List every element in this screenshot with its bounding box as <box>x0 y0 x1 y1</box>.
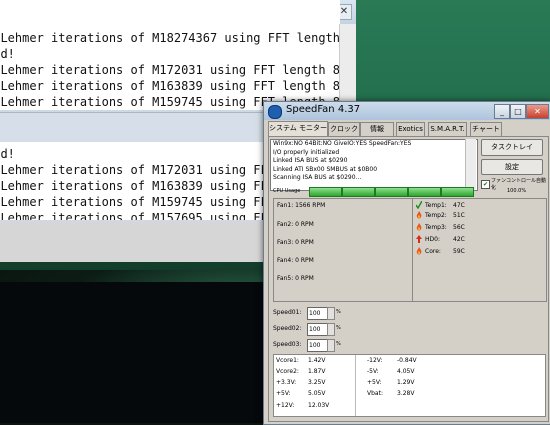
speed03-spinner[interactable] <box>327 339 335 352</box>
vcore1-value: 1.42V <box>308 357 326 364</box>
log-line: Win9x:NO 64Bit:NO GiveIO:YES SpeedFan:YE… <box>273 140 412 147</box>
temp3-label: Temp3: <box>425 224 447 231</box>
fan-reading: Fan3: 0 RPM <box>277 239 314 246</box>
speed01-unit: % <box>336 309 341 315</box>
temperature-readings: Temp1: 47C Temp2: 51C Temp3: 56C HD0: 42… <box>412 198 547 302</box>
log-box[interactable]: Win9x:NO 64Bit:NO GiveIO:YES SpeedFan:YE… <box>270 139 478 191</box>
cpu-usage-label: CPU Usage <box>273 188 301 194</box>
core-label: Core: <box>425 248 441 255</box>
speed03-label: Speed03: <box>273 341 302 348</box>
log-line: Linked ISA BUS at $0290 <box>273 157 348 165</box>
settings-button[interactable]: 設定 <box>481 159 543 175</box>
core-value: 59C <box>453 248 465 255</box>
tab-clock[interactable]: クロック <box>328 122 360 136</box>
hd0-label: HD0: <box>425 236 440 243</box>
flame-icon <box>416 223 422 231</box>
speed03-unit: % <box>336 341 341 347</box>
v33-value: 3.25V <box>308 379 326 386</box>
cpu-usage-bar <box>309 187 474 197</box>
temp1-value: 47C <box>453 202 465 209</box>
v5-value: 5.05V <box>308 390 326 397</box>
tab-system-monitor[interactable]: システム モニター <box>268 121 328 136</box>
vcore2-label: Vcore2: <box>276 368 299 375</box>
speed02-spinner[interactable] <box>327 323 335 336</box>
speed02-input[interactable]: 100 <box>307 323 328 336</box>
fan-reading: Fan4: 0 RPM <box>277 257 314 264</box>
log-line: Linked ATI SBx00 SMBUS at $0B00 <box>273 165 378 173</box>
cpu-usage-segment <box>309 187 342 197</box>
speedfan-app-icon <box>268 105 282 119</box>
temp3-value: 56C <box>453 224 465 231</box>
fan-readings: Fan1: 1566 RPM Fan2: 0 RPM Fan3: 0 RPM F… <box>273 198 413 302</box>
vp5-label: +5V: <box>367 379 382 386</box>
v33-label: +3.3V: <box>276 379 297 386</box>
console-line: eed! <box>0 47 15 61</box>
fan-reading: Fan5: 0 RPM <box>277 275 314 282</box>
temp2-value: 51C <box>453 212 465 219</box>
vm5-value: 4.05V <box>397 368 415 375</box>
maximize-button[interactable]: □ <box>510 104 526 119</box>
speed01-spinner[interactable] <box>327 307 335 320</box>
minimize-button[interactable]: _ <box>494 104 510 119</box>
vp5-value: 1.29V <box>397 379 415 386</box>
vcore1-label: Vcore1: <box>276 357 299 364</box>
console-scrollbar-top[interactable] <box>339 24 356 110</box>
console-line: s-Lehmer iterations of M172031 using FFT… <box>0 63 340 77</box>
voltage-readings: Vcore1: 1.42V Vcore2: 1.87V +3.3V: 3.25V… <box>273 354 546 417</box>
temp2-label: Temp2: <box>425 212 447 219</box>
check-icon <box>416 201 422 209</box>
fan-reading: Fan1: 1566 RPM <box>277 202 326 209</box>
vbat-value: 3.28V <box>397 390 415 397</box>
console-pane-top: s-Lehmer iterations of M18274367 using F… <box>0 0 340 110</box>
hd0-value: 42C <box>453 236 465 243</box>
fan-reading: Fan2: 0 RPM <box>277 221 314 228</box>
taskbar-shadow <box>0 282 270 423</box>
close-button[interactable]: ✕ <box>526 104 549 119</box>
speedfan-titlebar: SpeedFan 4.37 _ □ ✕ <box>264 102 550 120</box>
console-line: s-Lehmer iterations of M18274367 using F… <box>0 31 340 45</box>
cpu-usage-segment <box>441 187 474 197</box>
auto-fan-checkbox[interactable]: ✔ <box>481 180 490 189</box>
tab-info[interactable]: 情報 <box>360 122 394 136</box>
cpu-usage-segment <box>408 187 441 197</box>
vbat-label: Vbat: <box>367 390 383 397</box>
cpu-usage-percent: 100.0% <box>507 188 527 194</box>
flame-icon <box>416 211 422 219</box>
speedfan-window: SpeedFan 4.37 _ □ ✕ システム モニター クロック 情報 Ex… <box>263 101 550 425</box>
flame-icon <box>416 247 422 255</box>
v12-value: 12.03V <box>308 402 330 409</box>
temp1-label: Temp1: <box>425 202 447 209</box>
voltage-divider <box>355 355 356 416</box>
log-line: Scanning ISA BUS at $0290... <box>273 174 362 182</box>
vm12-value: -0.84V <box>397 357 417 364</box>
log-line: I/O properly initialized <box>273 148 340 156</box>
minimize-to-tray-button[interactable]: タスクトレイ <box>481 139 543 156</box>
tab-chart[interactable]: チャート <box>470 122 502 136</box>
window-title: SpeedFan 4.37 <box>286 104 361 115</box>
cpu-usage-segment <box>375 187 408 197</box>
speed02-label: Speed02: <box>273 325 302 332</box>
console-line: s-Lehmer iterations of M163839 using FFT… <box>0 79 340 93</box>
console-output-top: s-Lehmer iterations of M18274367 using F… <box>0 30 340 110</box>
v5-label: +5V: <box>276 390 291 397</box>
speed01-label: Speed01: <box>273 309 302 316</box>
arrow-up-icon <box>416 235 422 243</box>
cpu-usage-segment <box>342 187 375 197</box>
v12-label: +12V: <box>276 402 295 409</box>
tab-exotics[interactable]: Exotics <box>396 122 425 136</box>
log-scrollbar[interactable] <box>465 139 476 189</box>
vm12-label: -12V: <box>367 357 383 364</box>
speed03-input[interactable]: 100 <box>307 339 328 352</box>
vcore2-value: 1.87V <box>308 368 326 375</box>
speed02-unit: % <box>336 325 341 331</box>
speed01-input[interactable]: 100 <box>307 307 328 320</box>
vm5-label: -5V: <box>367 368 379 375</box>
tab-smart[interactable]: S.M.A.R.T. <box>428 122 467 136</box>
